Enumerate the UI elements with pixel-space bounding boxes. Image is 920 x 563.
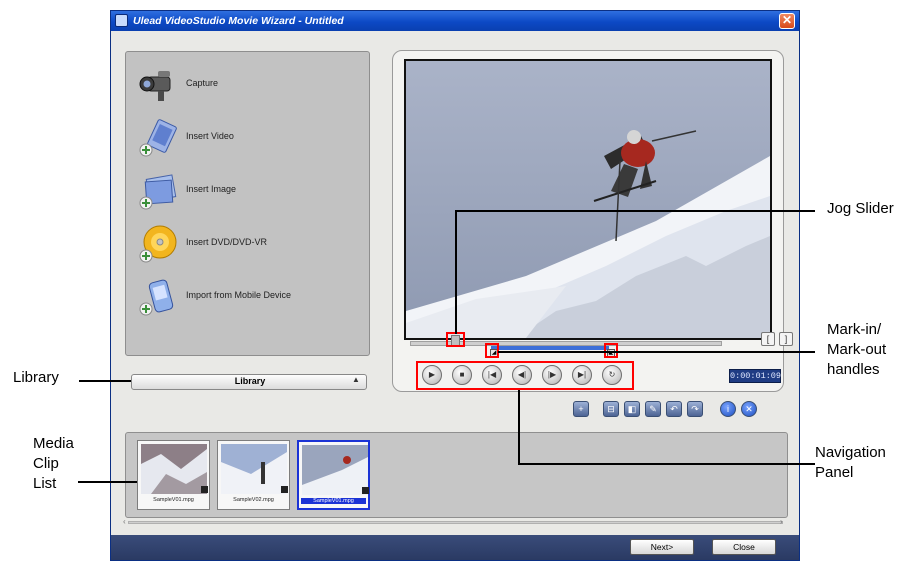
- jog-leader-vertical: [455, 210, 457, 334]
- media-clip-list-line-2: Clip: [33, 455, 59, 472]
- clip-image: [302, 445, 368, 495]
- mark-handles-line-3: handles: [827, 361, 880, 378]
- navigation-panel-annotation: Navigation Panel: [815, 443, 886, 483]
- camcorder-icon: [139, 71, 171, 101]
- clip-filename: SampleV01.mpg: [153, 497, 194, 503]
- mark-handles-annotation: Mark-in/ Mark-out handles: [827, 320, 886, 380]
- clip-image: [141, 444, 207, 494]
- clip-image: [221, 444, 287, 494]
- next-button[interactable]: Next>: [630, 539, 694, 555]
- split-clip-icon[interactable]: ⊟: [603, 401, 619, 417]
- navigation-highlight: [416, 361, 634, 390]
- clip-thumbnail-selected[interactable]: SampleV01.mpg: [297, 440, 370, 510]
- media-clip-list-annotation: Media Clip List: [33, 434, 74, 494]
- scroll-right-icon[interactable]: ›: [780, 517, 783, 526]
- clip-thumbnail[interactable]: SampleV01.mpg: [137, 440, 210, 510]
- insert-image-label: Insert Image: [186, 184, 237, 194]
- insert-image-button[interactable]: Insert Image: [134, 168, 364, 218]
- footer-bar: Next> Close: [111, 535, 799, 560]
- window-title: Ulead VideoStudio Movie Wizard - Untitle…: [133, 15, 344, 27]
- navigation-leader-vertical: [518, 390, 520, 464]
- title-bar: Ulead VideoStudio Movie Wizard - Untitle…: [111, 11, 799, 31]
- mark-handles-line-2: Mark-out: [827, 341, 887, 358]
- clip-badge: [281, 486, 288, 493]
- mark-in-button[interactable]: [: [761, 332, 775, 346]
- insert-image-icon: [139, 174, 177, 210]
- scroll-left-icon[interactable]: ‹: [123, 517, 126, 526]
- insert-video-label: Insert Video: [186, 131, 234, 141]
- insert-dvd-button[interactable]: Insert DVD/DVD-VR: [134, 221, 364, 271]
- video-preview: [404, 59, 772, 340]
- import-mobile-label: Import from Mobile Device: [186, 290, 292, 300]
- clip-filename: SampleV02.mpg: [233, 497, 274, 503]
- insert-video-icon: [139, 119, 177, 157]
- mobile-device-icon: [139, 279, 174, 316]
- insert-dvd-label: Insert DVD/DVD-VR: [186, 237, 268, 247]
- navigation-panel-line-2: Panel: [815, 464, 854, 481]
- clip-badge: [362, 487, 369, 494]
- info-icon[interactable]: i: [720, 401, 736, 417]
- skier-video-frame: [406, 61, 770, 338]
- import-panel: Capture Insert Video Insert Image Insert: [125, 51, 370, 356]
- navigation-panel-line-1: Navigation: [815, 444, 886, 461]
- clip-list-leader: [78, 481, 137, 483]
- delete-clip-icon[interactable]: ◧: [624, 401, 640, 417]
- clip-filename: SampleV01.mpg: [301, 498, 366, 504]
- mark-handles-line-1: Mark-in/: [827, 321, 882, 338]
- dvd-disc-icon: [139, 225, 177, 263]
- mark-leader: [498, 351, 815, 353]
- close-icon[interactable]: ✕: [741, 401, 757, 417]
- redo-icon[interactable]: ↷: [687, 401, 703, 417]
- jog-leader-horizontal: [455, 210, 815, 212]
- capture-label: Capture: [186, 78, 219, 88]
- close-button[interactable]: Close: [712, 539, 776, 555]
- expand-arrow-icon: ▲: [352, 375, 360, 384]
- clip-scrollbar[interactable]: [128, 521, 783, 524]
- import-mobile-button[interactable]: Import from Mobile Device: [134, 274, 364, 324]
- jog-slider-annotation: Jog Slider: [827, 200, 894, 217]
- media-clip-list-line-3: List: [33, 475, 57, 492]
- clip-badge: [201, 486, 208, 493]
- navigation-leader-horizontal: [518, 463, 815, 465]
- library-button[interactable]: Library ▲: [131, 374, 367, 390]
- library-annotation: Library: [13, 369, 59, 386]
- jog-slider-highlight: [446, 332, 465, 347]
- timecode-display[interactable]: 0:00:01:09: [729, 369, 781, 383]
- insert-video-button[interactable]: Insert Video: [134, 115, 364, 165]
- capture-button[interactable]: Capture: [134, 62, 364, 112]
- clip-thumbnail[interactable]: SampleV02.mpg: [217, 440, 290, 510]
- library-label: Library: [234, 376, 266, 386]
- edit-clip-icon[interactable]: ✎: [645, 401, 661, 417]
- window-close-button[interactable]: ✕: [779, 13, 795, 29]
- media-clip-list-line-1: Media: [33, 435, 74, 452]
- mark-in-highlight: [485, 343, 499, 358]
- library-leader: [79, 380, 131, 382]
- mark-out-button[interactable]: ]: [779, 332, 793, 346]
- undo-icon[interactable]: ↶: [666, 401, 682, 417]
- add-clip-icon[interactable]: +: [573, 401, 589, 417]
- trim-range-bar: [491, 346, 609, 350]
- app-icon: [115, 14, 128, 27]
